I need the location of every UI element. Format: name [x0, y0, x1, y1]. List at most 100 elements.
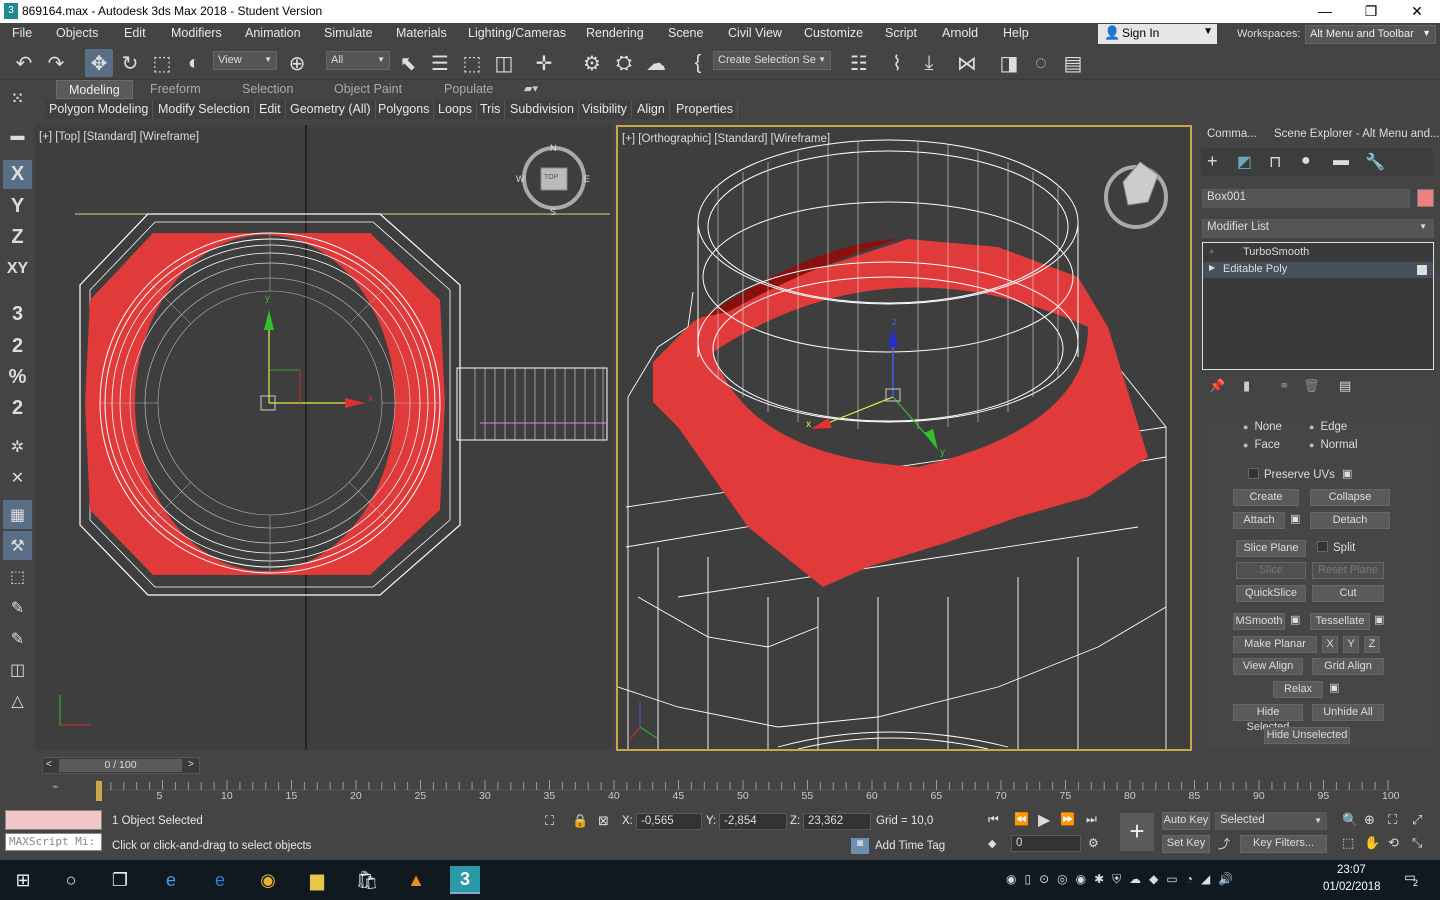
isolate-selection-icon[interactable]: ⛶ [545, 813, 554, 829]
y-coordinate-field[interactable]: -2,854 [719, 813, 787, 830]
panel-tris[interactable]: Tris [476, 100, 506, 119]
pan-view-icon[interactable]: ✋ [1364, 835, 1380, 851]
schematic-view-icon[interactable]: ⋈ [953, 49, 981, 77]
layer-explorer-icon[interactable]: ☷ [845, 49, 873, 77]
tessellate-button[interactable]: Tessellate [1310, 613, 1370, 630]
zoom-extents-icon[interactable]: ⛶ [1388, 812, 1397, 828]
system-tray-icons[interactable]: ◉▯⊙◎◉✱⛨☁◆▭◔◢🔊 [1006, 872, 1306, 890]
named-selection-dropdown[interactable]: Create Selection Se ▼ [713, 51, 831, 70]
clock-date[interactable]: 01/02/2018 [1323, 881, 1381, 893]
align-icon[interactable]: ⛭ [610, 49, 638, 77]
hide-selected-button[interactable]: Hide Selected [1233, 704, 1303, 733]
relax-settings-icon[interactable]: ▣ [1329, 681, 1339, 694]
menu-arnold[interactable]: Arnold [942, 26, 978, 40]
internet-explorer-icon[interactable]: e [156, 866, 186, 894]
selection-filter-dropdown[interactable]: All ▼ [326, 51, 390, 70]
key-filters-button[interactable]: Key Filters... [1240, 835, 1327, 853]
viewcube-top-label[interactable]: TOP [544, 174, 558, 181]
make-planar-button[interactable]: Make Planar [1233, 636, 1317, 653]
windows-start-icon[interactable]: ⊞ [8, 866, 38, 894]
slice-button[interactable]: Slice [1236, 562, 1306, 579]
menu-help[interactable]: Help [1003, 26, 1029, 40]
hierarchy-tab-icon[interactable]: ⊓ [1269, 152, 1281, 172]
menu-modifiers[interactable]: Modifiers [171, 26, 222, 40]
stack-item-turbosmooth[interactable]: ● TurboSmooth [1203, 245, 1433, 261]
settings-icon[interactable]: ▣ [1342, 467, 1352, 480]
tab-modeling[interactable]: Modeling [56, 80, 133, 99]
reset-plane-button[interactable]: Reset Plane [1312, 562, 1384, 579]
msmooth-settings-icon[interactable]: ▣ [1290, 613, 1300, 626]
vlc-icon[interactable]: ▲ [401, 866, 431, 894]
planar-z-button[interactable]: Z [1364, 636, 1380, 653]
prev-frame-icon[interactable]: ⏪ [1014, 812, 1029, 826]
mirror-icon[interactable]: ⚙ [578, 49, 606, 77]
menu-customize[interactable]: Customize [804, 26, 863, 40]
menu-civil-view[interactable]: Civil View [728, 26, 782, 40]
planar-x-button[interactable]: X [1322, 636, 1338, 653]
sign-in-button[interactable]: 👤 Sign In ▼ [1098, 24, 1217, 44]
redo-icon[interactable]: ↷ [42, 49, 70, 77]
current-frame-field[interactable]: 0 [1011, 835, 1081, 852]
maxscript-listener-top[interactable] [5, 810, 102, 830]
msmooth-button[interactable]: MSmooth [1233, 613, 1285, 630]
tessellate-settings-icon[interactable]: ▣ [1374, 613, 1384, 626]
time-slider[interactable]: < 0 / 100 > [42, 757, 200, 774]
time-prev-button[interactable]: < [46, 759, 52, 770]
menu-script[interactable]: Script [885, 26, 917, 40]
tab-freeform[interactable]: Freeform [150, 82, 201, 96]
goto-end-icon[interactable]: ⏭ [1086, 812, 1097, 827]
menu-scene[interactable]: Scene [668, 26, 703, 40]
store-icon[interactable]: 🛍 [352, 866, 382, 894]
angle-snap-toggle[interactable]: 2 [3, 332, 32, 361]
panel-loops[interactable]: Loops [434, 100, 478, 119]
modifier-list-dropdown[interactable]: Modifier List ▼ [1202, 219, 1434, 238]
next-frame-icon[interactable]: ⏩ [1060, 812, 1075, 826]
stack-item-editable-poly[interactable]: ▶ Editable Poly [1203, 262, 1433, 278]
panel-align[interactable]: Align [633, 100, 670, 119]
remove-modifier-icon[interactable]: 🗑 [1303, 378, 1320, 394]
view-align-button[interactable]: View Align [1233, 658, 1303, 675]
key-selection-dropdown[interactable]: Selected ▼ [1215, 812, 1327, 830]
triangle-tool-icon[interactable]: △ [3, 686, 32, 715]
play-icon[interactable]: ▶ [1038, 810, 1050, 830]
keyboard-shortcut-icon[interactable]: ▬ [3, 120, 32, 149]
clock-time[interactable]: 23:07 [1337, 864, 1366, 876]
select-object-icon[interactable]: ⬉ [394, 49, 422, 77]
axis-constraint-y[interactable]: Y [3, 192, 32, 221]
select-move-icon[interactable]: ✥ [85, 49, 113, 77]
menu-simulate[interactable]: Simulate [324, 26, 373, 40]
curve-editor-icon[interactable]: ⌇ [883, 49, 911, 77]
menu-edit[interactable]: Edit [124, 26, 146, 40]
pivot-center-icon[interactable]: ⊕ [283, 49, 311, 77]
constraint-edge[interactable]: Edge [1309, 421, 1347, 433]
utilities-tab-icon[interactable]: 🔧 [1365, 152, 1385, 172]
pin-stack-icon[interactable]: 📌 [1209, 378, 1225, 394]
minimize-button[interactable]: — [1302, 0, 1348, 23]
quickslice-button[interactable]: QuickSlice [1236, 585, 1306, 602]
grid-select-icon[interactable]: ▦ [3, 500, 32, 529]
time-tag-icon[interactable]: ◙ [851, 838, 869, 854]
maximize-viewport-icon[interactable]: ⤡ [1412, 835, 1422, 851]
snap-icon[interactable]: ✛ [530, 49, 558, 77]
viewport-top[interactable]: [+] [Top] [Standard] [Wireframe] x y TOP… [35, 125, 612, 750]
tab-populate[interactable]: Populate [444, 82, 493, 96]
panel-geometry-all[interactable]: Geometry (All) [286, 100, 376, 119]
dope-sheet-icon[interactable]: ⤓ [915, 49, 943, 77]
select-rotate-icon[interactable]: ↻ [116, 49, 144, 77]
local-gizmo-icon[interactable]: ✕ [3, 463, 32, 492]
reference-coordinate-dropdown[interactable]: View ▼ [213, 51, 277, 70]
show-end-result-icon[interactable]: ▮ [1243, 378, 1250, 394]
window-crossing-icon[interactable]: ◫ [490, 49, 518, 77]
search-icon[interactable]: ○ [56, 866, 86, 894]
constraint-none[interactable]: None [1243, 421, 1282, 433]
object-name-field[interactable]: Box001 [1202, 189, 1410, 208]
collapse-button[interactable]: Collapse [1310, 489, 1390, 506]
snaps-toggle[interactable]: 3 [3, 300, 32, 329]
menu-lighting-cameras[interactable]: Lighting/Cameras [468, 26, 566, 40]
key-tangent-icon[interactable]: ⤴ [1218, 835, 1230, 852]
set-key-button[interactable]: Set Key [1162, 835, 1210, 853]
relax-button[interactable]: Relax [1273, 681, 1323, 698]
edit-named-selection-icon[interactable]: { [684, 49, 712, 77]
percent-snap-toggle[interactable]: % [3, 363, 32, 392]
display-tab-icon[interactable]: ▬ [1333, 152, 1349, 170]
